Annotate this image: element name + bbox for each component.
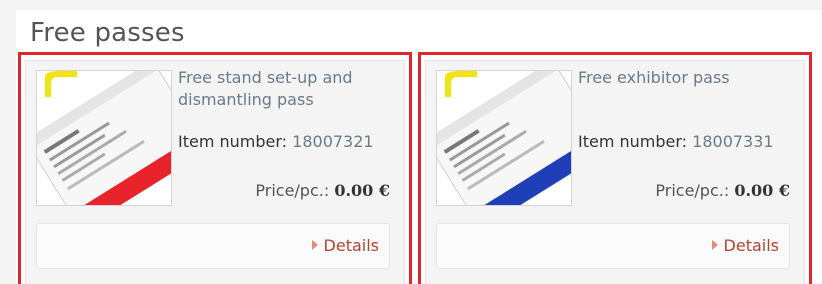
item-number-row: Item number: 18007321 <box>178 131 398 153</box>
price-value: 0.00 € <box>334 181 390 200</box>
details-link[interactable]: Details <box>311 236 379 255</box>
price-value: 0.00 € <box>734 181 790 200</box>
product-card: Free stand set-up and dismantling pass I… <box>25 60 405 284</box>
item-number-label: Item number: <box>578 132 688 151</box>
product-card: Free exhibitor pass Item number: 1800733… <box>425 60 805 284</box>
product-name[interactable]: Free exhibitor pass <box>578 67 798 89</box>
details-label: Details <box>323 236 379 255</box>
price-label: Price/pc.: <box>255 181 330 200</box>
product-thumbnail[interactable] <box>436 70 572 206</box>
arrow-right-icon <box>711 240 718 250</box>
item-number-value: 18007331 <box>692 132 774 151</box>
section-title: Free passes <box>30 18 185 48</box>
details-button[interactable]: Details <box>36 223 390 269</box>
item-number-label: Item number: <box>178 132 288 151</box>
item-number-value: 18007321 <box>292 132 374 151</box>
price-row: Price/pc.: 0.00 € <box>255 181 390 200</box>
details-link[interactable]: Details <box>711 236 779 255</box>
price-row: Price/pc.: 0.00 € <box>655 181 790 200</box>
arrow-right-icon <box>311 240 318 250</box>
details-label: Details <box>723 236 779 255</box>
price-label: Price/pc.: <box>655 181 730 200</box>
product-name[interactable]: Free stand set-up and dismantling pass <box>178 67 398 111</box>
item-number-row: Item number: 18007331 <box>578 131 798 153</box>
details-button[interactable]: Details <box>436 223 790 269</box>
product-thumbnail[interactable] <box>36 70 172 206</box>
